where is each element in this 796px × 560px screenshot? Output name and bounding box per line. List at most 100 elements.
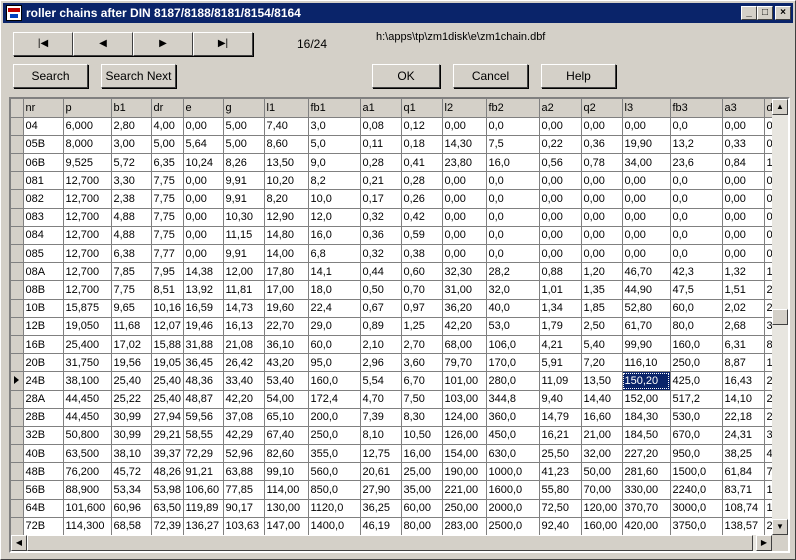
search-next-button[interactable]: Search Next <box>101 64 176 88</box>
column-header-fb2[interactable]: fb2 <box>486 99 540 118</box>
table-cell[interactable]: 7,85 <box>111 262 152 282</box>
table-cell[interactable]: 0,38 <box>401 244 443 264</box>
first-record-button[interactable]: |◀ <box>13 32 73 56</box>
table-cell[interactable]: 9,525 <box>63 153 112 173</box>
table-cell[interactable]: 7,20 <box>581 353 623 373</box>
table-cell[interactable]: 8,60 <box>264 135 309 155</box>
table-cell[interactable]: 8,87 <box>722 353 765 373</box>
row-indicator[interactable] <box>11 244 24 264</box>
table-cell[interactable]: 0,0 <box>486 244 540 264</box>
table-cell[interactable]: 0,0 <box>486 117 540 136</box>
next-record-button[interactable]: ▶ <box>133 32 193 56</box>
horizontal-scroll-thumb[interactable] <box>27 535 753 551</box>
table-row[interactable]: 10B 15,875 9,65 10,16 16,59 14,73 19,60 22,4 0,6… <box>11 299 785 318</box>
table-cell[interactable]: 0,00 <box>539 189 582 209</box>
table-cell[interactable]: 12,700 <box>63 244 112 264</box>
table-cell[interactable]: 0,00 <box>539 226 582 246</box>
table-cell[interactable]: 0,00 <box>539 208 582 227</box>
table-cell[interactable]: 0,00 <box>442 244 487 264</box>
table-cell[interactable]: 108,74 <box>722 499 765 518</box>
table-cell[interactable]: 560,0 <box>308 462 361 482</box>
table-cell[interactable]: 05B <box>23 135 64 155</box>
row-indicator[interactable] <box>11 171 24 191</box>
table-cell[interactable]: 53,0 <box>486 317 540 336</box>
horizontal-scrollbar[interactable]: ◀ ▶ <box>11 535 772 551</box>
table-cell[interactable]: 48B <box>23 462 64 482</box>
table-cell[interactable]: 63,88 <box>223 462 265 482</box>
table-cell[interactable]: 8,2 <box>308 171 361 191</box>
table-cell[interactable]: 7,40 <box>264 117 309 136</box>
table-row[interactable]: 081 12,700 3,30 7,75 0,00 9,91 10,20 8,2 0,21 0,2… <box>11 171 785 191</box>
table-row[interactable]: 084 12,700 4,88 7,75 0,00 11,15 14,80 16,0 0,36 0… <box>11 226 785 246</box>
table-cell[interactable]: 0,00 <box>622 208 671 227</box>
table-row[interactable]: 04 6,000 2,80 4,00 0,00 5,00 7,40 3,0 0,08 0,12 0,… <box>11 117 785 136</box>
row-indicator[interactable] <box>11 135 24 155</box>
row-indicator[interactable] <box>11 280 24 300</box>
table-cell[interactable]: 0,00 <box>581 244 623 264</box>
row-indicator[interactable] <box>11 353 24 373</box>
table-cell[interactable]: 10,0 <box>308 189 361 209</box>
table-cell[interactable]: 60,96 <box>111 499 152 518</box>
table-cell[interactable]: 0,0 <box>670 171 723 191</box>
table-cell[interactable]: 5,00 <box>223 117 265 136</box>
table-cell[interactable]: 12,700 <box>63 226 112 246</box>
title-bar[interactable]: roller chains after DIN 8187/8188/8181/8… <box>3 3 793 23</box>
scroll-up-button[interactable]: ▲ <box>772 99 788 115</box>
table-cell[interactable]: 11,81 <box>223 280 265 300</box>
table-cell[interactable]: 68,00 <box>442 335 487 355</box>
table-cell[interactable]: 37,08 <box>223 408 265 427</box>
table-cell[interactable]: 120,00 <box>581 499 623 518</box>
table-cell[interactable]: 12,0 <box>308 208 361 227</box>
table-cell[interactable]: 14,80 <box>264 226 309 246</box>
row-indicator[interactable] <box>11 262 24 282</box>
table-cell[interactable]: 3,00 <box>111 135 152 155</box>
table-cell[interactable]: 40B <box>23 444 64 464</box>
table-cell[interactable]: 27,90 <box>360 480 402 500</box>
table-row[interactable]: 085 12,700 6,38 7,77 0,00 9,91 14,00 6,8 0,32 0,3… <box>11 244 785 264</box>
table-cell[interactable]: 12,700 <box>63 189 112 209</box>
table-cell[interactable]: 28A <box>23 390 64 409</box>
row-indicator[interactable] <box>11 480 24 500</box>
table-cell[interactable]: 28B <box>23 408 64 427</box>
table-cell[interactable]: 23,80 <box>442 153 487 173</box>
table-cell[interactable]: 344,8 <box>486 390 540 409</box>
data-grid[interactable]: nr p b1 dr e g l1 fb1 a1 q1 l2 fb2 a2 q2 l3 fb3 a3 d 04 6,… <box>9 97 790 553</box>
table-cell[interactable]: 0,70 <box>401 280 443 300</box>
table-cell[interactable]: 0,00 <box>722 171 765 191</box>
table-cell[interactable]: 48,87 <box>183 390 224 409</box>
table-cell[interactable]: 11,15 <box>223 226 265 246</box>
table-cell[interactable]: 38,100 <box>63 371 112 391</box>
table-cell[interactable]: 25,40 <box>111 371 152 391</box>
table-cell[interactable]: 25,50 <box>539 444 582 464</box>
table-cell[interactable]: 38,25 <box>722 444 765 464</box>
table-cell[interactable]: 48,26 <box>151 462 184 482</box>
table-cell[interactable]: 154,00 <box>442 444 487 464</box>
table-cell[interactable]: 152,00 <box>622 390 671 409</box>
table-cell[interactable]: 0,00 <box>722 244 765 264</box>
table-cell[interactable]: 0,18 <box>401 135 443 155</box>
table-cell[interactable]: 0,00 <box>442 117 487 136</box>
table-cell[interactable]: 0,00 <box>622 244 671 264</box>
table-cell[interactable]: 101,00 <box>442 371 487 391</box>
table-cell[interactable]: 25,40 <box>151 371 184 391</box>
table-cell[interactable]: 50,800 <box>63 426 112 446</box>
table-cell[interactable]: 52,80 <box>622 299 671 318</box>
table-row[interactable]: 082 12,700 2,38 7,75 0,00 9,91 8,20 10,0 0,17 0,2… <box>11 189 785 209</box>
table-cell[interactable]: 39,37 <box>151 444 184 464</box>
table-cell[interactable]: 12,90 <box>264 208 309 227</box>
row-indicator[interactable] <box>11 335 24 355</box>
table-cell[interactable]: 114,300 <box>63 517 112 537</box>
table-cell[interactable]: 5,54 <box>360 371 402 391</box>
table-cell[interactable]: 184,30 <box>622 408 671 427</box>
table-cell[interactable]: 5,40 <box>581 335 623 355</box>
table-cell[interactable]: 138,57 <box>722 517 765 537</box>
table-cell[interactable]: 0,08 <box>360 117 402 136</box>
table-row[interactable]: 40B 63,500 38,10 39,37 72,29 52,96 82,60 355,0 1… <box>11 444 785 464</box>
table-cell[interactable]: 12,07 <box>151 317 184 336</box>
table-cell[interactable]: 36,25 <box>360 499 402 518</box>
table-cell[interactable]: 5,91 <box>539 353 582 373</box>
row-indicator[interactable] <box>11 390 24 409</box>
table-cell[interactable]: 227,20 <box>622 444 671 464</box>
cancel-button[interactable]: Cancel <box>453 64 528 88</box>
table-cell[interactable]: 60,0 <box>308 335 361 355</box>
